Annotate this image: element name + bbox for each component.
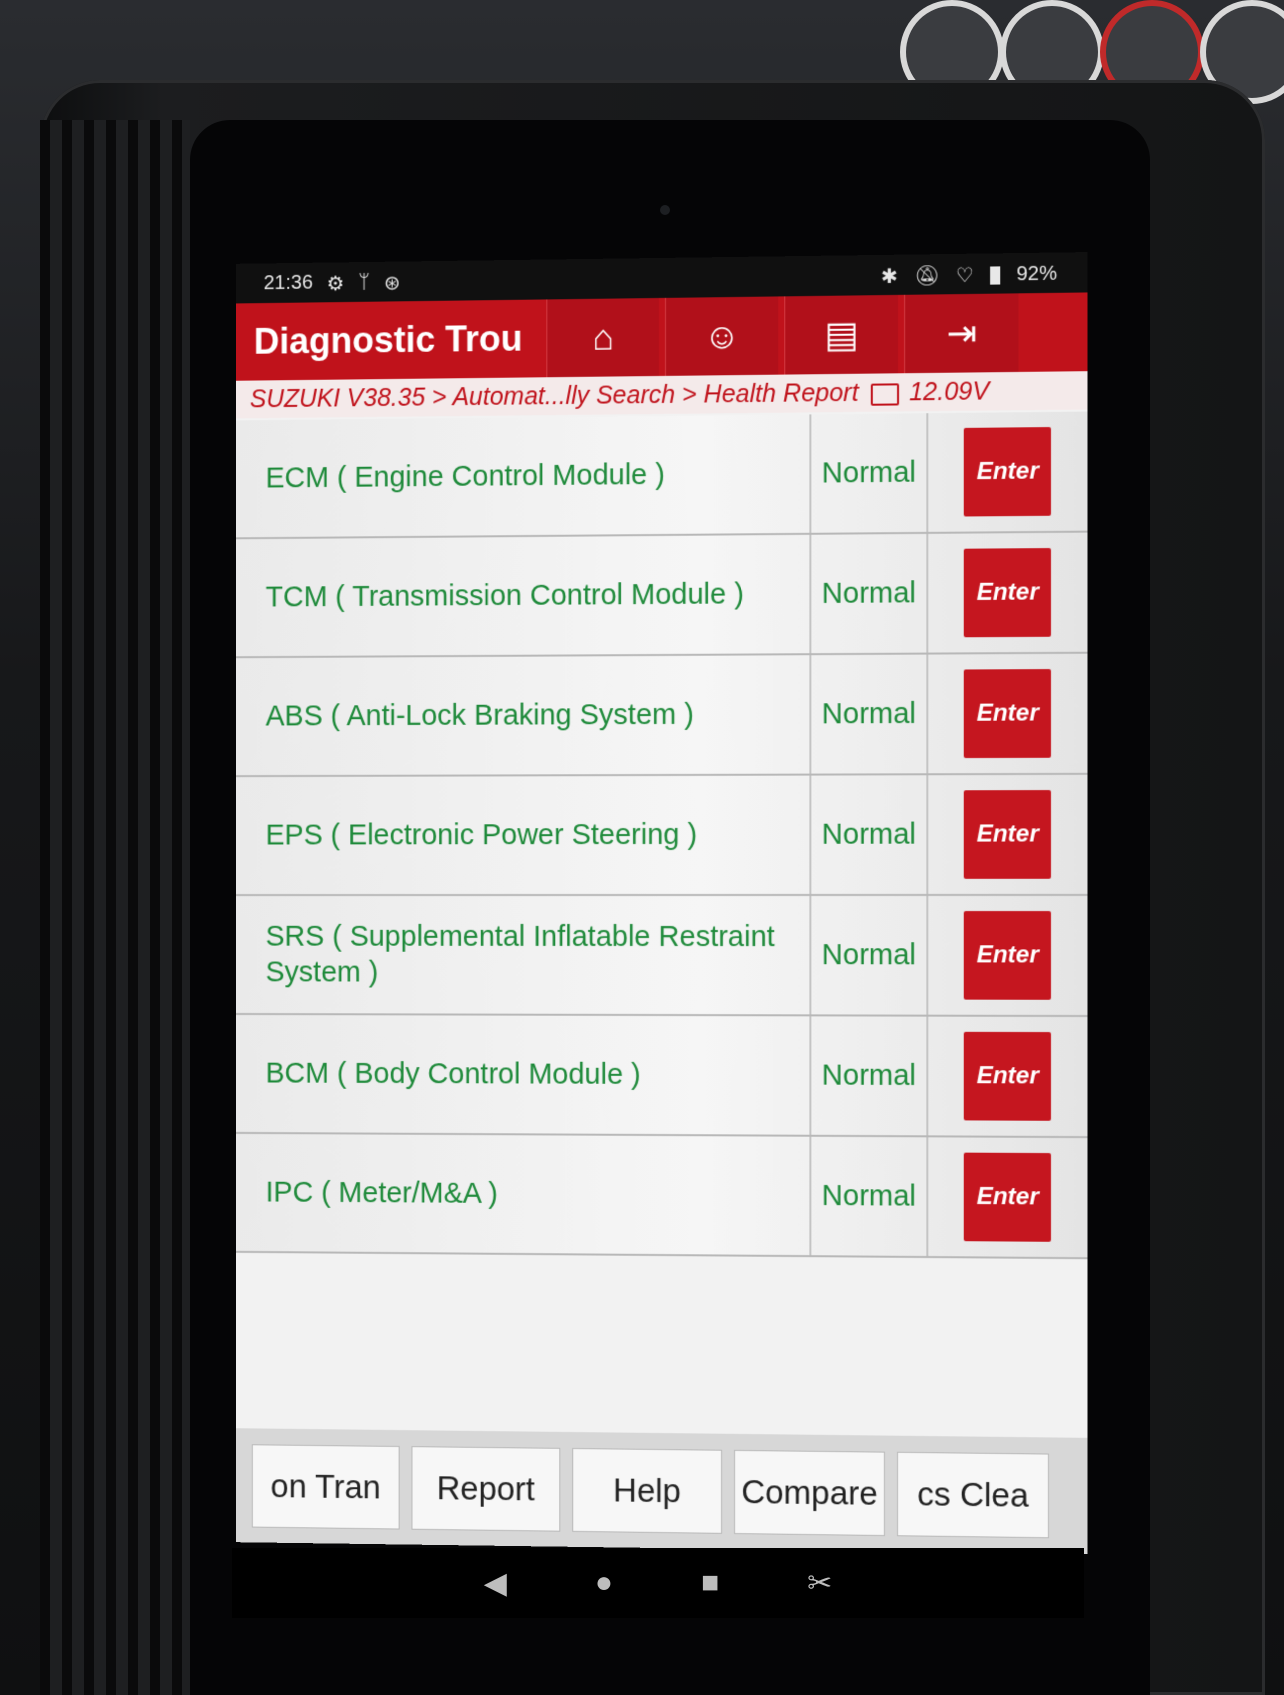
system-status: Normal bbox=[809, 1136, 929, 1257]
bluetooth-icon: ✱ bbox=[880, 265, 898, 289]
enter-button[interactable]: Enter bbox=[964, 1152, 1052, 1242]
print-icon: ▤ bbox=[824, 313, 859, 356]
table-row: IPC ( Meter/M&A ) Normal Enter bbox=[236, 1133, 1088, 1260]
enter-button[interactable]: Enter bbox=[964, 790, 1052, 879]
enter-button[interactable]: Enter bbox=[964, 911, 1052, 1000]
system-name: IPC ( Meter/M&A ) bbox=[265, 1176, 498, 1210]
user-button[interactable]: ☺ bbox=[664, 296, 779, 376]
sync-icon: ⊛ bbox=[383, 272, 401, 295]
table-row: EPS ( Electronic Power Steering ) Normal… bbox=[236, 774, 1088, 897]
system-status: Normal bbox=[809, 654, 929, 774]
exit-icon: ⇥ bbox=[946, 312, 978, 354]
recents-icon[interactable]: ■ bbox=[701, 1566, 719, 1600]
report-button[interactable]: Report bbox=[411, 1445, 561, 1532]
system-name: SRS ( Supplemental Inflatable Restraint … bbox=[265, 920, 775, 989]
system-status: Normal bbox=[809, 1016, 929, 1136]
front-camera bbox=[660, 205, 670, 215]
battery-voltage: 12.09V bbox=[909, 376, 990, 406]
bottom-toolbar: on Tran Report Help Compare cs Clea bbox=[236, 1428, 1088, 1554]
table-row: TCM ( Transmission Control Module ) Norm… bbox=[236, 532, 1088, 659]
enter-button[interactable]: Enter bbox=[964, 427, 1052, 517]
table-row: BCM ( Body Control Module ) Normal Enter bbox=[236, 1014, 1088, 1139]
device-grip bbox=[40, 120, 190, 1695]
system-status: Normal bbox=[809, 775, 929, 894]
user-icon: ☺ bbox=[703, 314, 741, 357]
breadcrumb-path: SUZUKI V38.35 > Automat...lly Search > H… bbox=[249, 378, 859, 413]
clear-codes-button[interactable]: cs Clea bbox=[897, 1451, 1049, 1538]
translate-button[interactable]: on Tran bbox=[251, 1443, 400, 1530]
tablet-screen: 21:36 ⚙ ᛘ ⊛ ✱ 🔕︎ ♡ 92% Diagnostic Trou ⌂… bbox=[236, 252, 1088, 1554]
table-row: SRS ( Supplemental Inflatable Restraint … bbox=[236, 895, 1088, 1018]
enter-button[interactable]: Enter bbox=[964, 1031, 1052, 1121]
system-name: ECM ( Engine Control Module ) bbox=[265, 458, 665, 495]
system-status: Normal bbox=[809, 413, 929, 533]
battery-level: 92% bbox=[1016, 262, 1058, 286]
help-button[interactable]: Help bbox=[572, 1447, 723, 1534]
clock: 21:36 bbox=[263, 271, 313, 295]
page-title: Diagnostic Trou bbox=[253, 317, 523, 362]
wifi-icon: ♡ bbox=[955, 264, 974, 288]
home-circle-icon[interactable]: ● bbox=[595, 1566, 613, 1600]
usb-icon: ᛘ bbox=[358, 270, 370, 293]
screenshot-icon[interactable]: ✂ bbox=[807, 1566, 832, 1601]
battery-icon bbox=[990, 263, 1001, 286]
system-status: Normal bbox=[809, 895, 929, 1015]
system-name: TCM ( Transmission Control Module ) bbox=[265, 578, 744, 614]
app-header: Diagnostic Trou ⌂ ☺ ▤ ⇥ bbox=[236, 292, 1088, 381]
system-name: ABS ( Anti-Lock Braking System ) bbox=[265, 698, 694, 733]
home-icon: ⌂ bbox=[592, 316, 614, 358]
home-button[interactable]: ⌂ bbox=[546, 297, 659, 378]
compare-button[interactable]: Compare bbox=[734, 1449, 885, 1536]
vehicle-battery-icon bbox=[870, 383, 899, 406]
back-icon[interactable]: ◀ bbox=[484, 1566, 507, 1601]
gear-icon: ⚙ bbox=[326, 273, 345, 296]
exit-button[interactable]: ⇥ bbox=[904, 293, 1019, 374]
system-name: BCM ( Body Control Module ) bbox=[265, 1057, 641, 1091]
enter-button[interactable]: Enter bbox=[964, 548, 1052, 638]
system-status: Normal bbox=[809, 533, 929, 654]
system-name: EPS ( Electronic Power Steering ) bbox=[265, 818, 698, 852]
mute-icon: 🔕︎ bbox=[913, 265, 940, 288]
print-button[interactable]: ▤ bbox=[784, 294, 899, 375]
system-nav-bar: ◀ ● ■ ✂ bbox=[232, 1548, 1084, 1618]
system-list: ECM ( Engine Control Module ) Normal Ent… bbox=[236, 411, 1088, 1260]
enter-button[interactable]: Enter bbox=[964, 669, 1052, 759]
photo-scene: 21:36 ⚙ ᛘ ⊛ ✱ 🔕︎ ♡ 92% Diagnostic Trou ⌂… bbox=[0, 0, 1284, 1695]
table-row: ECM ( Engine Control Module ) Normal Ent… bbox=[236, 411, 1088, 540]
table-row: ABS ( Anti-Lock Braking System ) Normal … bbox=[236, 653, 1088, 778]
